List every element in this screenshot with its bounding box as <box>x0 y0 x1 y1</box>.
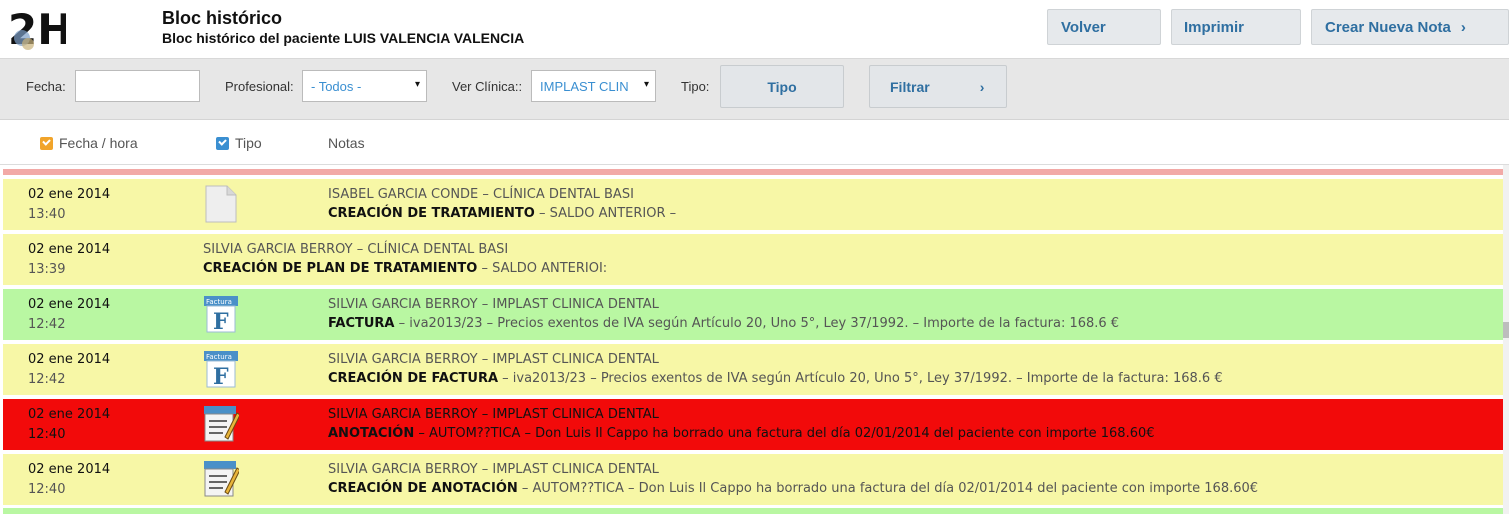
notes-column-label: Notas <box>328 135 365 151</box>
row-date: 02 ene 2014 <box>28 242 111 257</box>
history-row[interactable]: 02 ene 2014 13:40 ISABEL GARCIA CONDE – … <box>3 179 1503 230</box>
next-row-partial <box>3 508 1503 514</box>
row-date: 02 ene 2014 <box>28 297 111 312</box>
print-button[interactable]: Imprimir <box>1171 9 1301 45</box>
invoice-icon: Factura F <box>204 351 238 388</box>
back-button-label: Volver <box>1061 18 1106 36</box>
row-time: 12:42 <box>28 372 66 387</box>
blank-document-icon <box>205 185 237 223</box>
row-date: 02 ene 2014 <box>28 462 111 477</box>
professional-select-value: - Todos - <box>311 79 362 94</box>
professional-filter-label: Profesional: <box>225 79 294 94</box>
row-author: ISABEL GARCIA CONDE – CLÍNICA DENTAL BAS… <box>328 187 634 202</box>
row-detail: – SALDO ANTERIOR – <box>534 206 677 221</box>
dropdown-arrow-icon: ▾ <box>414 79 420 90</box>
clinic-select-value: IMPLAST CLIN <box>540 79 629 94</box>
row-description: CREACIÓN DE FACTURA – iva2013/23 – Preci… <box>328 371 1223 386</box>
row-time: 12:40 <box>28 427 66 442</box>
datetime-column-label: Fecha / hora <box>59 135 138 151</box>
row-author: SILVIA GARCIA BERROY – IMPLAST CLINICA D… <box>328 297 659 312</box>
history-row[interactable]: 02 ene 2014 13:39 SILVIA GARCIA BERROY –… <box>3 234 1503 285</box>
date-filter-input[interactable] <box>75 70 200 102</box>
history-row[interactable]: 02 ene 2014 12:40 SILVIA GARCIA BERROY –… <box>3 399 1503 450</box>
svg-text:F: F <box>213 364 229 388</box>
annotation-icon <box>204 461 239 497</box>
row-detail: – iva2013/23 – Precios exentos de IVA se… <box>394 316 1120 331</box>
row-author: SILVIA GARCIA BERROY – CLÍNICA DENTAL BA… <box>203 242 509 257</box>
print-button-label: Imprimir <box>1184 18 1245 36</box>
row-time: 13:40 <box>28 207 66 222</box>
row-detail: – AUTOM??TICA – Don Luis Il Cappo ha bor… <box>517 481 1259 496</box>
page-title: Bloc histórico <box>162 8 283 28</box>
notes-column-header: Notas <box>328 135 365 151</box>
row-action: FACTURA <box>328 316 395 331</box>
row-action: CREACIÓN DE FACTURA <box>328 371 499 386</box>
date-filter-label: Fecha: <box>26 79 66 94</box>
row-action: CREACIÓN DE PLAN DE TRATAMIENTO <box>203 261 478 276</box>
filter-button-label: Filtrar <box>890 78 930 95</box>
row-detail: – AUTOM??TICA – Don Luis Il Cappo ha bor… <box>414 426 1155 441</box>
row-detail: – SALDO ANTERIOI: <box>477 261 608 276</box>
row-action: CREACIÓN DE TRATAMIENTO <box>328 206 535 221</box>
datetime-column-header[interactable]: Fecha / hora <box>40 135 138 151</box>
clinic-filter-label: Ver Clínica:: <box>452 79 523 94</box>
row-author: SILVIA GARCIA BERROY – IMPLAST CLINICA D… <box>328 462 659 477</box>
history-row[interactable]: 02 ene 2014 12:40 SILVIA GARCIA BERROY –… <box>3 454 1503 505</box>
row-author: SILVIA GARCIA BERROY – IMPLAST CLINICA D… <box>328 352 659 367</box>
checkbox-blue-icon[interactable] <box>216 136 229 150</box>
row-description: CREACIÓN DE TRATAMIENTO – SALDO ANTERIOR… <box>328 206 676 221</box>
professional-select[interactable]: - Todos - ▾ <box>302 70 427 102</box>
column-header: Fecha / hora Tipo Notas <box>0 120 1509 165</box>
row-action: CREACIÓN DE ANOTACIÓN <box>328 481 518 496</box>
history-row[interactable]: 02 ene 2014 12:42 Factura F SILVIA GARCI… <box>3 344 1503 395</box>
svg-text:Factura: Factura <box>206 298 232 306</box>
type-column-label: Tipo <box>235 135 262 151</box>
page-header: 2H Bloc histórico Bloc histórico del pac… <box>0 0 1509 59</box>
new-note-button[interactable]: Crear Nueva Nota › <box>1311 9 1509 45</box>
type-filter-button[interactable]: Tipo <box>720 65 844 108</box>
clinic-select[interactable]: IMPLAST CLIN ▾ <box>531 70 656 102</box>
row-date: 02 ene 2014 <box>28 407 111 422</box>
row-description: CREACIÓN DE ANOTACIÓN – AUTOM??TICA – Do… <box>328 481 1258 496</box>
row-description: ANOTACIÓN – AUTOM??TICA – Don Luis Il Ca… <box>328 426 1155 441</box>
type-filter-label: Tipo: <box>681 79 710 94</box>
row-date: 02 ene 2014 <box>28 187 111 202</box>
row-time: 12:40 <box>28 482 66 497</box>
annotation-icon <box>204 406 239 442</box>
back-button[interactable]: Volver <box>1047 9 1161 45</box>
invoice-icon: Factura F <box>204 296 238 333</box>
row-time: 13:39 <box>28 262 66 277</box>
row-date: 02 ene 2014 <box>28 352 111 367</box>
checkbox-orange-icon[interactable] <box>40 136 53 150</box>
filter-button[interactable]: Filtrar › <box>869 65 1007 108</box>
type-column-header[interactable]: Tipo <box>216 135 262 151</box>
row-description: CREACIÓN DE PLAN DE TRATAMIENTO – SALDO … <box>203 261 607 276</box>
dropdown-arrow-icon: ▾ <box>643 79 649 90</box>
row-description: FACTURA – iva2013/23 – Precios exentos d… <box>328 316 1119 331</box>
history-row[interactable]: 02 ene 2014 12:42 Factura F SILVIA GARCI… <box>3 289 1503 340</box>
app-logo-icon: 2H <box>4 4 66 54</box>
page-subtitle: Bloc histórico del paciente LUIS VALENCI… <box>162 30 525 46</box>
filter-bar: Fecha: Profesional: - Todos - ▾ Ver Clín… <box>0 59 1509 120</box>
type-filter-button-label: Tipo <box>767 78 797 95</box>
svg-text:F: F <box>213 309 229 333</box>
vertical-scrollbar[interactable] <box>1503 165 1509 514</box>
scrollbar-thumb[interactable] <box>1503 322 1509 338</box>
new-note-button-label: Crear Nueva Nota <box>1325 18 1451 36</box>
row-author: SILVIA GARCIA BERROY – IMPLAST CLINICA D… <box>328 407 659 422</box>
row-time: 12:42 <box>28 317 66 332</box>
svg-text:2H: 2H <box>8 5 66 54</box>
svg-text:Factura: Factura <box>206 353 232 361</box>
separator-bar <box>3 169 1503 175</box>
chevron-right-icon: › <box>1460 18 1466 36</box>
row-action: ANOTACIÓN <box>328 426 415 441</box>
chevron-right-icon: › <box>979 78 985 95</box>
row-detail: – iva2013/23 – Precios exentos de IVA se… <box>498 371 1223 386</box>
